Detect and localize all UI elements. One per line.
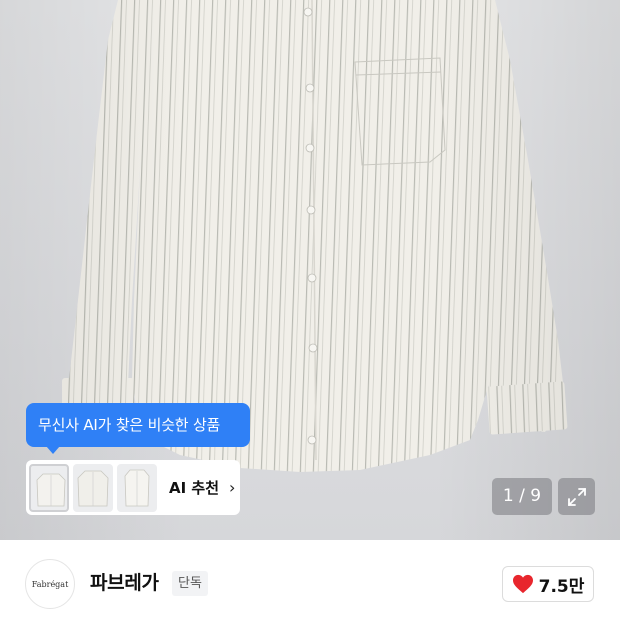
ai-recommend-tooltip[interactable]: 무신사 AI가 찾은 비슷한 상품 xyxy=(26,403,250,454)
brand-logo-text: Fabrégat xyxy=(31,579,69,589)
brand-bar: Fabrégat 파브레가 단독 7.5만 xyxy=(0,540,620,620)
heart-icon xyxy=(512,574,533,594)
ai-recommend-strip[interactable]: AI 추천 › xyxy=(26,460,240,515)
like-count: 7.5만 xyxy=(538,576,585,597)
brand-name[interactable]: 파브레가 xyxy=(90,568,159,595)
expand-icon xyxy=(567,487,586,506)
like-button[interactable]: 7.5만 xyxy=(502,566,594,602)
ai-thumbnail[interactable] xyxy=(73,463,113,512)
shirt-photo xyxy=(0,0,620,540)
exclusive-badge: 단독 xyxy=(172,571,208,596)
ai-thumbnail[interactable] xyxy=(29,463,69,512)
expand-button[interactable] xyxy=(558,478,595,515)
shirt-thumbnail-icon xyxy=(36,473,66,506)
ai-recommend-label: AI 추천 xyxy=(169,479,220,497)
image-counter: 1 / 9 xyxy=(492,478,552,515)
shirt-thumbnail-icon xyxy=(77,470,109,506)
chevron-right-icon: › xyxy=(229,478,236,497)
brand-logo[interactable]: Fabrégat xyxy=(25,559,75,609)
ai-thumbnail[interactable] xyxy=(117,463,157,512)
product-image[interactable]: 무신사 AI가 찾은 비슷한 상품 AI 추천 › 1 / 9 xyxy=(0,0,620,540)
ai-tooltip-text: 무신사 AI가 찾은 비슷한 상품 xyxy=(38,416,221,434)
shirt-thumbnail-icon xyxy=(124,469,150,506)
ai-recommend-link[interactable]: AI 추천 › xyxy=(169,477,235,498)
tooltip-tail xyxy=(46,446,60,454)
